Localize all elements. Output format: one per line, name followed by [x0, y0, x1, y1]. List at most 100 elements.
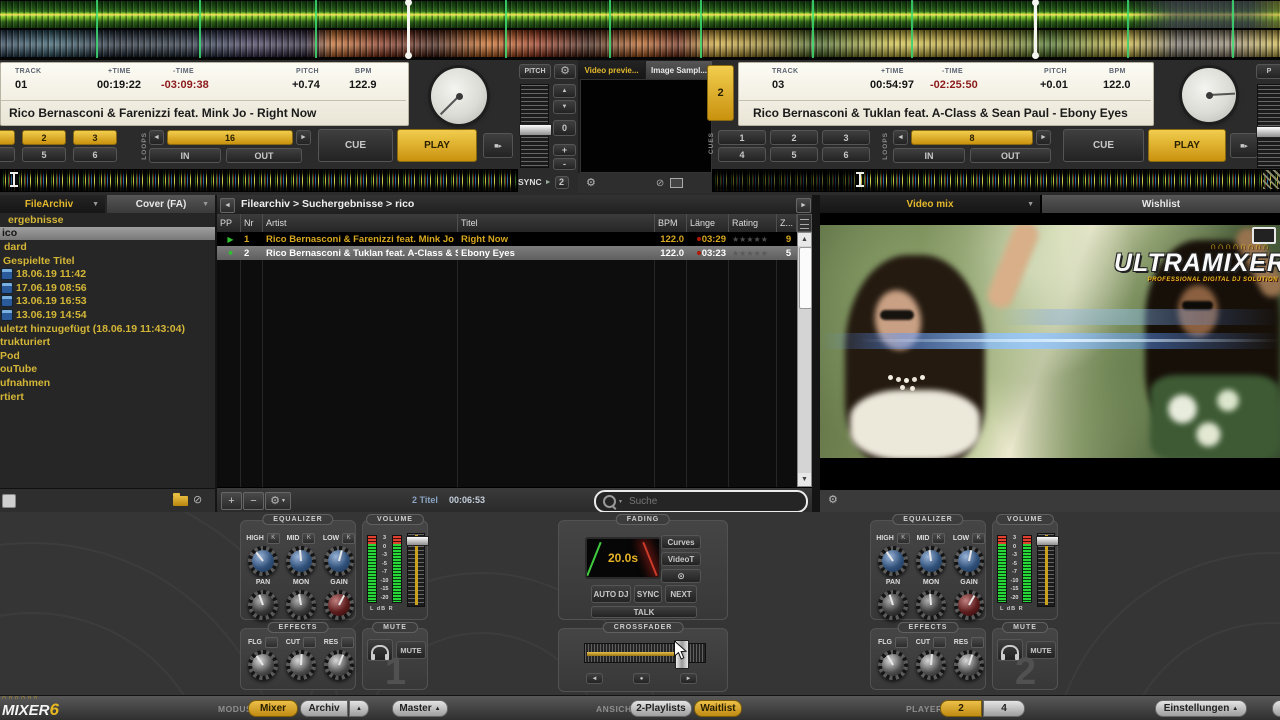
effect-toggle-button[interactable] — [341, 637, 354, 648]
deck1-loop-length-button[interactable]: 16 — [167, 130, 293, 145]
sidebar-item[interactable]: ico — [0, 227, 215, 241]
fullscreen-monitor-icon[interactable] — [670, 178, 683, 188]
deck1-mon-knob[interactable] — [286, 590, 316, 620]
deck1-loop-decrease-button[interactable]: ◄ — [149, 130, 164, 145]
deck1-volume-fader[interactable] — [407, 533, 425, 607]
deck1-mid-knob[interactable] — [286, 546, 316, 576]
deck1-loop-increase-button[interactable]: ► — [296, 130, 311, 145]
add-button[interactable]: + — [221, 492, 242, 510]
gear-icon[interactable]: ⚙ — [586, 178, 596, 189]
deck1-volume-fader-handle[interactable] — [406, 536, 429, 546]
cell-rating[interactable]: ★★★★★ — [729, 249, 777, 258]
waitlist-view-button[interactable]: Waitlist — [694, 700, 742, 717]
deck2-loop-in-button[interactable]: IN — [893, 148, 965, 163]
sidebar-item[interactable]: uletzt hinzugefügt (18.06.19 11:43:04) — [0, 322, 215, 336]
folder-icon[interactable] — [173, 496, 188, 506]
mode-up-icon[interactable]: ▲ — [349, 700, 369, 717]
deck1-cue-button-6[interactable]: 6 — [73, 147, 117, 162]
video-preview-screen[interactable] — [580, 79, 712, 173]
deck1-cue-button-2[interactable]: 2 — [22, 130, 66, 145]
deck2-track-waveform[interactable] — [712, 169, 1280, 192]
effect-toggle-button[interactable] — [895, 637, 908, 648]
scroll-down-icon[interactable]: ▼ — [798, 473, 811, 486]
deck2-mon-knob[interactable] — [916, 590, 946, 620]
kill-button[interactable]: K — [972, 533, 985, 544]
deck2-cue-button-2[interactable]: 2 — [770, 130, 818, 145]
column-header-lnge[interactable]: Länge — [687, 214, 729, 232]
player-2-button[interactable]: 2 — [940, 700, 982, 717]
column-header-artist[interactable]: Artist — [263, 214, 458, 232]
scrollbar-thumb[interactable] — [799, 247, 812, 309]
waveform-overview[interactable] — [0, 0, 1280, 60]
column-header-rating[interactable]: Rating — [729, 214, 777, 232]
no-video-icon[interactable]: ⊘ — [656, 178, 664, 189]
deck2-volume-fader-handle[interactable] — [1036, 536, 1059, 546]
column-header-bpm[interactable]: BPM — [655, 214, 687, 232]
edge-cut-button[interactable]: 1 — [1272, 700, 1280, 717]
table-scrollbar[interactable]: ▲ ▼ — [797, 232, 812, 487]
deck2-pan-knob[interactable] — [878, 590, 908, 620]
breadcrumb-back-icon[interactable]: ◄ — [220, 198, 235, 213]
playhead-deck2[interactable] — [1034, 0, 1037, 58]
sidebar-item[interactable]: rtiert — [0, 390, 215, 404]
kill-button[interactable]: K — [302, 533, 315, 544]
kill-button[interactable]: K — [932, 533, 945, 544]
deck2-res-knob[interactable] — [954, 650, 984, 680]
tab-cover-fa[interactable]: Cover (FA) ▼ — [107, 195, 215, 213]
block-icon[interactable]: ⊘ — [193, 493, 202, 506]
deck2-cue-button-1[interactable]: 1 — [718, 130, 766, 145]
deck2-cue-button[interactable]: CUE — [1063, 129, 1144, 162]
sidebar-item[interactable]: 18.06.19 11:42 — [1, 267, 215, 281]
crossfade-center-button[interactable]: ● — [633, 673, 650, 684]
deck1-gain-knob[interactable] — [324, 590, 354, 620]
deck1-cue-button-5[interactable]: 5 — [22, 147, 66, 162]
deck2-play-button[interactable]: PLAY — [1148, 129, 1226, 162]
remove-button[interactable]: − — [243, 492, 264, 510]
deck2-loop-out-button[interactable]: OUT — [970, 148, 1051, 163]
deck1-loop-in-button[interactable]: IN — [149, 148, 221, 163]
playhead-deck1[interactable] — [407, 0, 410, 58]
table-row[interactable]: ▶1Rico Bernasconi & Farenizzi feat. Mink… — [217, 232, 797, 246]
waveform-deck1[interactable] — [0, 1, 1280, 28]
fade-target-button[interactable]: ⊙ — [661, 569, 701, 583]
sidebar-item[interactable]: dard — [4, 240, 215, 254]
deck2-pitch-slider[interactable] — [1257, 84, 1280, 168]
scroll-up-icon[interactable]: ▲ — [798, 233, 811, 246]
deck1-pitch-plus-button[interactable]: + — [553, 144, 576, 156]
deck1-loop-out-button[interactable]: OUT — [226, 148, 302, 163]
deck1-jog-wheel[interactable] — [431, 68, 487, 124]
deck1-pitch-settings-button[interactable]: ⚙ — [554, 64, 576, 79]
breadcrumb-forward-icon[interactable]: ► — [796, 198, 811, 213]
sidebar-item[interactable]: 13.06.19 14:54 — [1, 308, 215, 322]
table-row[interactable]: ■2Rico Bernasconi & Tuklan feat. A-Class… — [217, 246, 797, 260]
deck2-pitch-slider-handle[interactable] — [1256, 126, 1280, 138]
waveform-deck2[interactable] — [0, 30, 1280, 57]
effect-toggle-button[interactable] — [971, 637, 984, 648]
player-4-button[interactable]: 4 — [983, 700, 1025, 717]
deck2-high-knob[interactable] — [878, 546, 908, 576]
video-screen[interactable]: ∩∩∩∩∩∩∩∩ ULTRAMIXER PROFESSIONAL DIGITAL… — [820, 213, 1280, 490]
tab-video-mix[interactable]: Video mix ▼ — [820, 195, 1040, 213]
deck1-sync-value[interactable]: 2 — [555, 176, 569, 189]
sidebar-item[interactable]: ergebnisse — [8, 213, 215, 227]
deck2-mid-knob[interactable] — [916, 546, 946, 576]
table-settings-button[interactable]: ⚙▼ — [265, 492, 291, 510]
deck1-sync-label[interactable]: SYNC — [518, 177, 542, 187]
deck1-pitch-down-button[interactable]: ▼ — [553, 100, 576, 114]
settings-button[interactable]: Einstellungen▲ — [1155, 700, 1247, 717]
tab-wishlist[interactable]: Wishlist — [1042, 195, 1280, 213]
deck1-pan-knob[interactable] — [248, 590, 278, 620]
column-header-pp[interactable]: PP — [217, 214, 241, 232]
deck1-low-knob[interactable] — [324, 546, 354, 576]
gear-icon[interactable]: ⚙ — [828, 495, 838, 506]
mixer-mode-button[interactable]: Mixer — [248, 700, 298, 717]
videot-button[interactable]: VideoT — [661, 552, 701, 566]
playlists-view-button[interactable]: 2-Playlists — [630, 700, 692, 717]
deck1-track-waveform[interactable] — [0, 169, 518, 192]
sidebar-item[interactable]: ouTube — [0, 363, 215, 377]
deck1-res-knob[interactable] — [324, 650, 354, 680]
sync-button[interactable]: SYNC — [634, 585, 662, 603]
deck1-pitch-panel-button[interactable]: PITCH — [519, 64, 551, 79]
deck1-cue-button-3[interactable]: 3 — [73, 130, 117, 145]
deck1-cue-button-1[interactable]: 1 — [0, 130, 15, 145]
